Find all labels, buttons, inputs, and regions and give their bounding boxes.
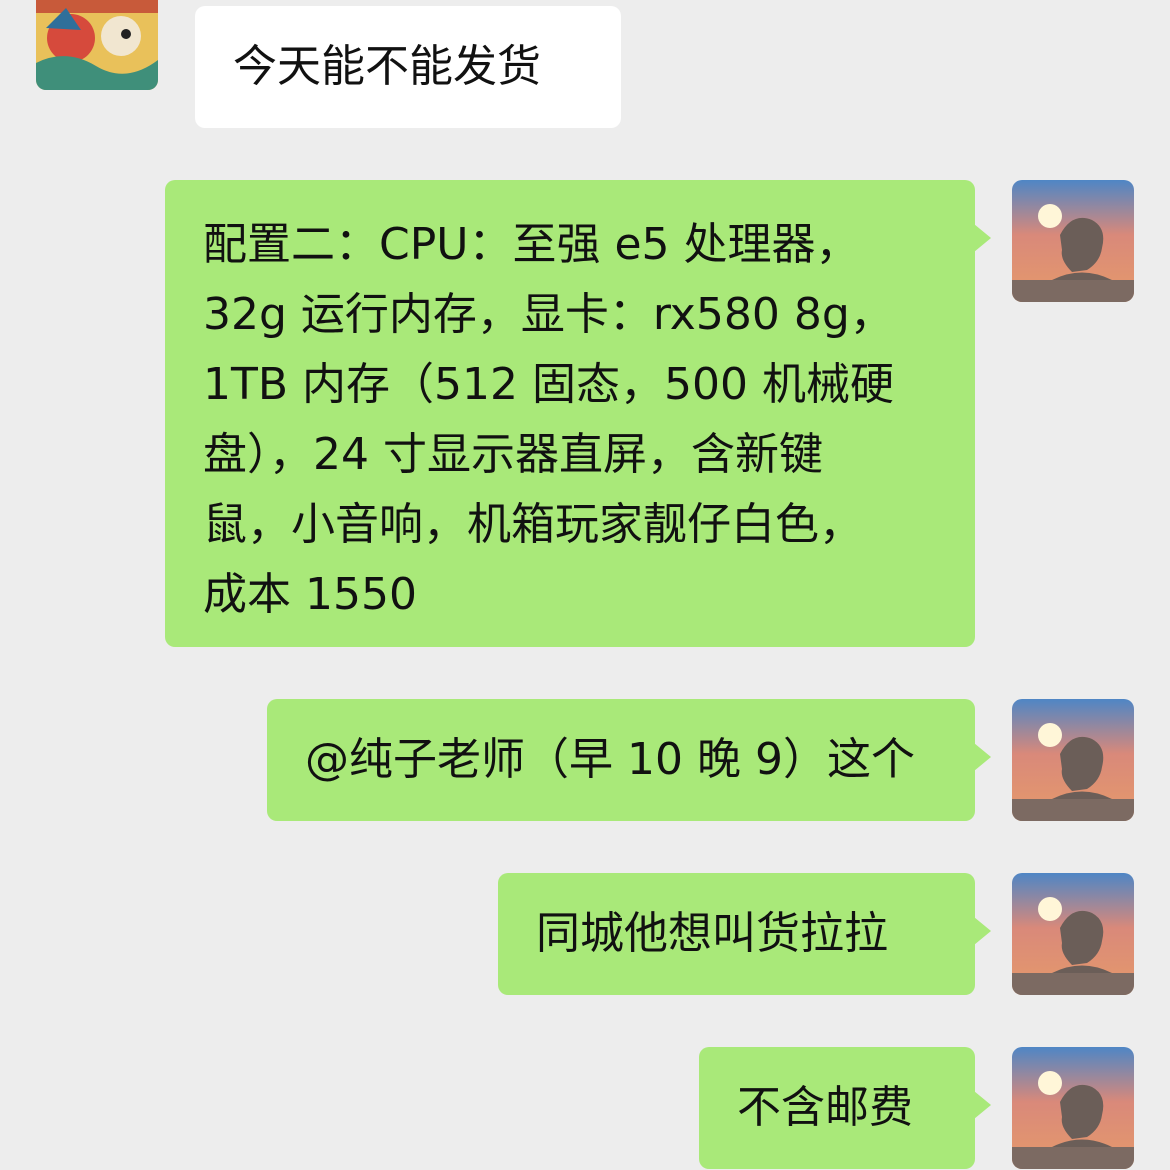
message-line: 1TB 内存（512 固态，500 机械硬 [203, 359, 894, 410]
incoming-message-bubble[interactable]: 今天能不能发货 [195, 6, 621, 128]
sender-avatar-image [36, 0, 158, 90]
self-avatar-image [1012, 1047, 1134, 1169]
message-line: 鼠，小音响，机箱玩家靓仔白色， [203, 499, 863, 550]
outgoing-message-bubble[interactable]: 不含邮费 [699, 1047, 991, 1169]
message-line: 配置二：CPU：至强 e5 处理器， [203, 219, 860, 270]
message-text: 今天能不能发货 [233, 41, 541, 92]
message-line: 32g 运行内存，显卡：rx580 8g， [203, 289, 894, 340]
message-text: @纯子老师（早 10 晚 9）这个 [305, 734, 915, 785]
self-avatar[interactable] [1012, 1047, 1134, 1169]
self-avatar-image [1012, 873, 1134, 995]
message-line: 盘），24 寸显示器直屏，含新键 [203, 429, 823, 480]
self-avatar[interactable] [1012, 180, 1134, 302]
self-avatar[interactable] [1012, 699, 1134, 821]
sender-avatar[interactable] [36, 0, 158, 90]
outgoing-message-bubble[interactable]: 配置二：CPU：至强 e5 处理器， 32g 运行内存，显卡：rx580 8g，… [165, 180, 991, 647]
self-avatar[interactable] [1012, 873, 1134, 995]
message-text: 同城他想叫货拉拉 [536, 908, 888, 959]
outgoing-message-bubble[interactable]: 同城他想叫货拉拉 [498, 873, 991, 995]
outgoing-message-bubble[interactable]: @纯子老师（早 10 晚 9）这个 [267, 699, 991, 821]
self-avatar-image [1012, 180, 1134, 302]
message-line: 成本 1550 [203, 569, 417, 620]
message-text: 不含邮费 [737, 1082, 913, 1133]
self-avatar-image [1012, 699, 1134, 821]
